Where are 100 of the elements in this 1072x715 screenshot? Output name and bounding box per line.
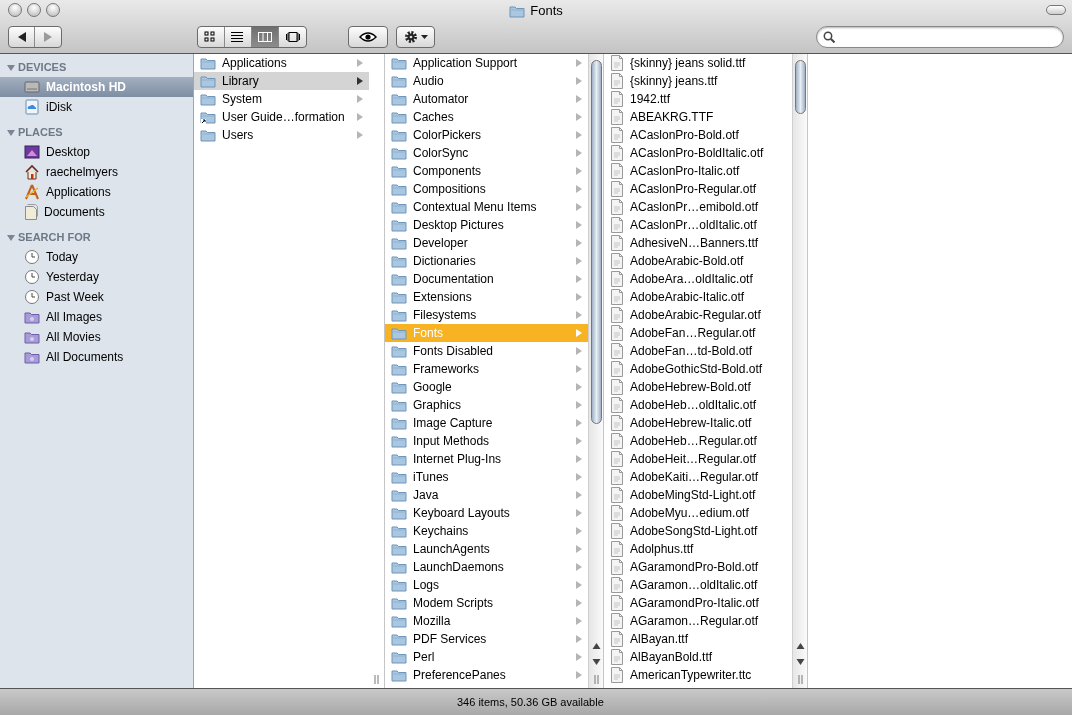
folder-row[interactable]: Keychains	[385, 522, 588, 540]
scroll-arrows-icon[interactable]	[795, 640, 805, 668]
resize-grip-icon[interactable]	[374, 674, 379, 684]
folder-row[interactable]: PreferencePanes	[385, 666, 588, 684]
sidebar-item[interactable]: Yesterday	[0, 267, 193, 287]
file-row[interactable]: AdobeFan…td-Bold.otf	[604, 342, 792, 360]
sidebar-item[interactable]: Applications	[0, 182, 193, 202]
sidebar-item[interactable]: Past Week	[0, 287, 193, 307]
scrollbar[interactable]	[588, 54, 603, 688]
file-row[interactable]: AdobeHebrew-Italic.otf	[604, 414, 792, 432]
folder-row[interactable]: iTunes	[385, 468, 588, 486]
file-row[interactable]: ACaslonPr…emibold.otf	[604, 198, 792, 216]
sidebar-item[interactable]: Documents	[0, 202, 193, 222]
file-row[interactable]: AdobeArabic-Italic.otf	[604, 288, 792, 306]
file-row[interactable]: ACaslonPro-Regular.otf	[604, 180, 792, 198]
zoom-button[interactable]	[46, 3, 60, 17]
column-view-button[interactable]	[252, 27, 279, 47]
folder-row[interactable]: ColorSync	[385, 144, 588, 162]
navigation-control[interactable]	[8, 26, 62, 48]
folder-row[interactable]: Desktop Pictures	[385, 216, 588, 234]
folder-row[interactable]: Dictionaries	[385, 252, 588, 270]
folder-row[interactable]: Modem Scripts	[385, 594, 588, 612]
folder-row[interactable]: ColorPickers	[385, 126, 588, 144]
folder-row[interactable]: Applications	[194, 54, 369, 72]
file-row[interactable]: AdobeHeit…Regular.otf	[604, 450, 792, 468]
folder-row[interactable]: Application Support	[385, 54, 588, 72]
file-row[interactable]: AGaramon…oldItalic.otf	[604, 576, 792, 594]
toolbar-toggle-button[interactable]	[1046, 5, 1066, 15]
scroll-arrows-icon[interactable]	[591, 640, 601, 668]
folder-row[interactable]: System	[194, 90, 369, 108]
sidebar-item[interactable]: All Movies	[0, 327, 193, 347]
file-row[interactable]: ABEAKRG.TTF	[604, 108, 792, 126]
folder-row[interactable]: Google	[385, 378, 588, 396]
file-row[interactable]: AmericanTypewriter.ttc	[604, 666, 792, 684]
file-row[interactable]: AdobeAra…oldItalic.otf	[604, 270, 792, 288]
folder-row[interactable]: Filesystems	[385, 306, 588, 324]
disclosure-triangle-icon[interactable]	[7, 63, 15, 72]
folder-row[interactable]: PDF Services	[385, 630, 588, 648]
file-row[interactable]: AGaramon…Regular.otf	[604, 612, 792, 630]
file-row[interactable]: AdobeHeb…oldItalic.otf	[604, 396, 792, 414]
folder-row[interactable]: Automator	[385, 90, 588, 108]
folder-row[interactable]: LaunchAgents	[385, 540, 588, 558]
scrollbar[interactable]	[792, 54, 807, 688]
file-row[interactable]: AdobeKaiti…Regular.otf	[604, 468, 792, 486]
folder-row[interactable]: Users	[194, 126, 369, 144]
disclosure-triangle-icon[interactable]	[7, 128, 15, 137]
folder-row[interactable]: Image Capture	[385, 414, 588, 432]
folder-row[interactable]: Components	[385, 162, 588, 180]
folder-row[interactable]: Keyboard Layouts	[385, 504, 588, 522]
file-row[interactable]: AdobeFan…Regular.otf	[604, 324, 792, 342]
file-row[interactable]: ACaslonPro-Italic.otf	[604, 162, 792, 180]
file-row[interactable]: {skinny} jeans.ttf	[604, 72, 792, 90]
close-button[interactable]	[8, 3, 22, 17]
folder-row[interactable]: Fonts Disabled	[385, 342, 588, 360]
file-row[interactable]: ACaslonPro-Bold.otf	[604, 126, 792, 144]
sidebar-item[interactable]: All Images	[0, 307, 193, 327]
folder-row[interactable]: Extensions	[385, 288, 588, 306]
action-menu-button[interactable]	[396, 26, 435, 48]
folder-row[interactable]: Developer	[385, 234, 588, 252]
scrollbar-thumb[interactable]	[794, 60, 806, 114]
file-row[interactable]: AdobeArabic-Regular.otf	[604, 306, 792, 324]
file-row[interactable]: {skinny} jeans solid.ttf	[604, 54, 792, 72]
folder-row[interactable]: Caches	[385, 108, 588, 126]
sidebar-item[interactable]: iDisk	[0, 97, 193, 117]
folder-row[interactable]: Perl	[385, 648, 588, 666]
folder-row[interactable]: Internet Plug-Ins	[385, 450, 588, 468]
file-row[interactable]: AlBayanBold.ttf	[604, 648, 792, 666]
resize-grip-icon[interactable]	[797, 674, 803, 684]
file-row[interactable]: ACaslonPro-BoldItalic.otf	[604, 144, 792, 162]
folder-row[interactable]: Mozilla	[385, 612, 588, 630]
file-row[interactable]: AdobeMingStd-Light.otf	[604, 486, 792, 504]
file-row[interactable]: 1942.ttf	[604, 90, 792, 108]
sidebar-item[interactable]: All Documents	[0, 347, 193, 367]
folder-row[interactable]: User Guide…formation	[194, 108, 369, 126]
folder-row[interactable]: Logs	[385, 576, 588, 594]
folder-row[interactable]: Audio	[385, 72, 588, 90]
quick-look-button[interactable]	[348, 26, 388, 48]
file-row[interactable]: AGaramondPro-Italic.otf	[604, 594, 792, 612]
folder-row[interactable]: LaunchDaemons	[385, 558, 588, 576]
scrollbar-thumb[interactable]	[590, 60, 602, 424]
disclosure-triangle-icon[interactable]	[7, 233, 15, 242]
view-switcher[interactable]	[197, 26, 307, 48]
folder-row[interactable]: Documentation	[385, 270, 588, 288]
folder-row[interactable]: Frameworks	[385, 360, 588, 378]
sidebar-item[interactable]: Desktop	[0, 142, 193, 162]
search-field[interactable]	[816, 26, 1064, 48]
file-row[interactable]: ACaslonPr…oldItalic.otf	[604, 216, 792, 234]
file-row[interactable]: AdobeMyu…edium.otf	[604, 504, 792, 522]
file-row[interactable]: AdobeSongStd-Light.otf	[604, 522, 792, 540]
file-row[interactable]: AdhesiveN…Banners.ttf	[604, 234, 792, 252]
file-row[interactable]: AdobeArabic-Bold.otf	[604, 252, 792, 270]
folder-row[interactable]: Graphics	[385, 396, 588, 414]
minimize-button[interactable]	[27, 3, 41, 17]
file-row[interactable]: AdobeGothicStd-Bold.otf	[604, 360, 792, 378]
sidebar-item[interactable]: Today	[0, 247, 193, 267]
folder-row[interactable]: Contextual Menu Items	[385, 198, 588, 216]
folder-row[interactable]: Input Methods	[385, 432, 588, 450]
folder-row[interactable]: Compositions	[385, 180, 588, 198]
resize-grip-icon[interactable]	[593, 674, 599, 684]
file-row[interactable]: AlBayan.ttf	[604, 630, 792, 648]
